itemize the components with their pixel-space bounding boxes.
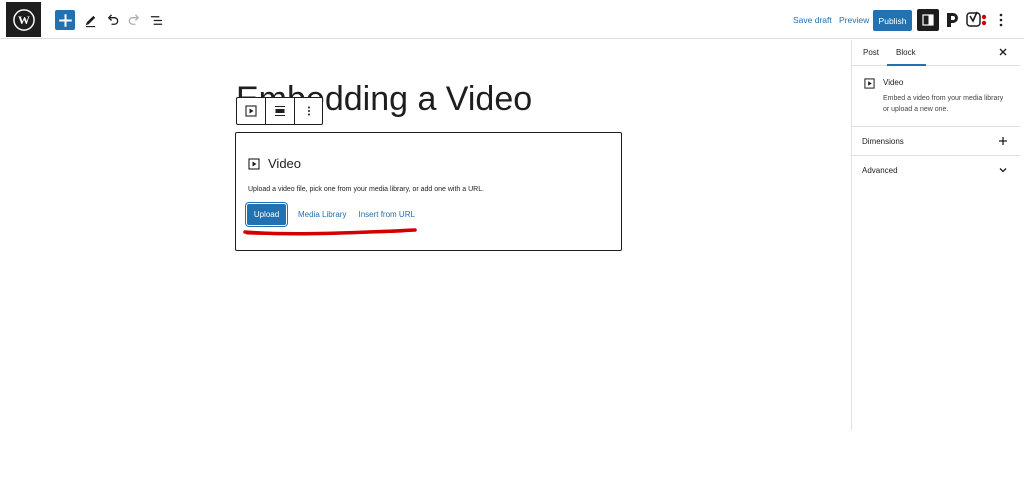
list-view-icon <box>150 15 162 25</box>
plus-icon <box>58 13 72 27</box>
tab-post[interactable]: Post <box>863 48 879 57</box>
settings-sidebar: Post Block Video Embed a video from your… <box>851 40 1020 430</box>
upload-button[interactable]: Upload <box>247 204 286 225</box>
block-card: Video Embed a video from your media libr… <box>852 67 1020 127</box>
yoast-icon[interactable] <box>966 11 988 29</box>
redo-button[interactable] <box>124 10 144 30</box>
pencil-icon <box>85 15 95 27</box>
video-icon <box>245 105 257 117</box>
media-library-button[interactable]: Media Library <box>298 210 346 219</box>
video-block-heading: Video <box>248 156 301 171</box>
block-type-button[interactable] <box>237 98 266 124</box>
align-button[interactable] <box>266 98 295 124</box>
preview-button[interactable]: Preview <box>839 15 869 25</box>
active-tab-indicator <box>887 64 926 66</box>
block-card-description: Embed a video from your media library or… <box>883 95 1004 113</box>
block-toolbar <box>236 97 323 125</box>
list-view-button[interactable] <box>146 10 166 30</box>
video-block-description: Upload a video file, pick one from your … <box>248 186 485 193</box>
kebab-vertical-icon[interactable] <box>996 11 1006 29</box>
undo-icon <box>107 13 118 25</box>
panel-advanced[interactable]: Advanced <box>852 156 1020 185</box>
editor-header: W Save draft Preview Publish <box>0 0 1024 39</box>
block-options-button[interactable] <box>295 98 322 124</box>
insert-from-url-button[interactable]: Insert from URL <box>358 210 414 219</box>
undo-button[interactable] <box>102 10 122 30</box>
panel-label: Dimensions <box>862 137 904 146</box>
kebab-vertical-icon <box>307 106 310 116</box>
block-card-title: Video <box>883 78 904 87</box>
close-icon[interactable] <box>998 47 1008 57</box>
align-icon <box>275 105 285 117</box>
settings-button[interactable] <box>917 9 939 31</box>
tab-block[interactable]: Block <box>896 48 916 57</box>
video-icon <box>248 157 260 170</box>
tools-button[interactable] <box>80 10 100 30</box>
video-block-title: Video <box>268 156 302 171</box>
sidebar-tabs: Post Block <box>852 40 1020 66</box>
video-icon <box>864 78 875 89</box>
video-block-actions: Upload Media Library Insert from URL <box>247 204 415 225</box>
panel-dimensions[interactable]: Dimensions <box>852 127 1020 156</box>
plugin-p-icon[interactable] <box>945 12 959 28</box>
publish-button[interactable]: Publish <box>873 10 912 31</box>
chevron-down-icon <box>999 168 1007 173</box>
plus-icon <box>999 137 1007 145</box>
add-block-button[interactable] <box>55 10 75 30</box>
wordpress-logo-icon[interactable]: W <box>6 2 41 37</box>
svg-text:W: W <box>18 13 30 27</box>
panel-label: Advanced <box>862 166 898 175</box>
save-draft-button[interactable]: Save draft <box>793 15 832 25</box>
redo-icon <box>128 13 139 25</box>
sidebar-toggle-icon <box>922 14 934 26</box>
red-annotation-underline <box>243 228 417 236</box>
